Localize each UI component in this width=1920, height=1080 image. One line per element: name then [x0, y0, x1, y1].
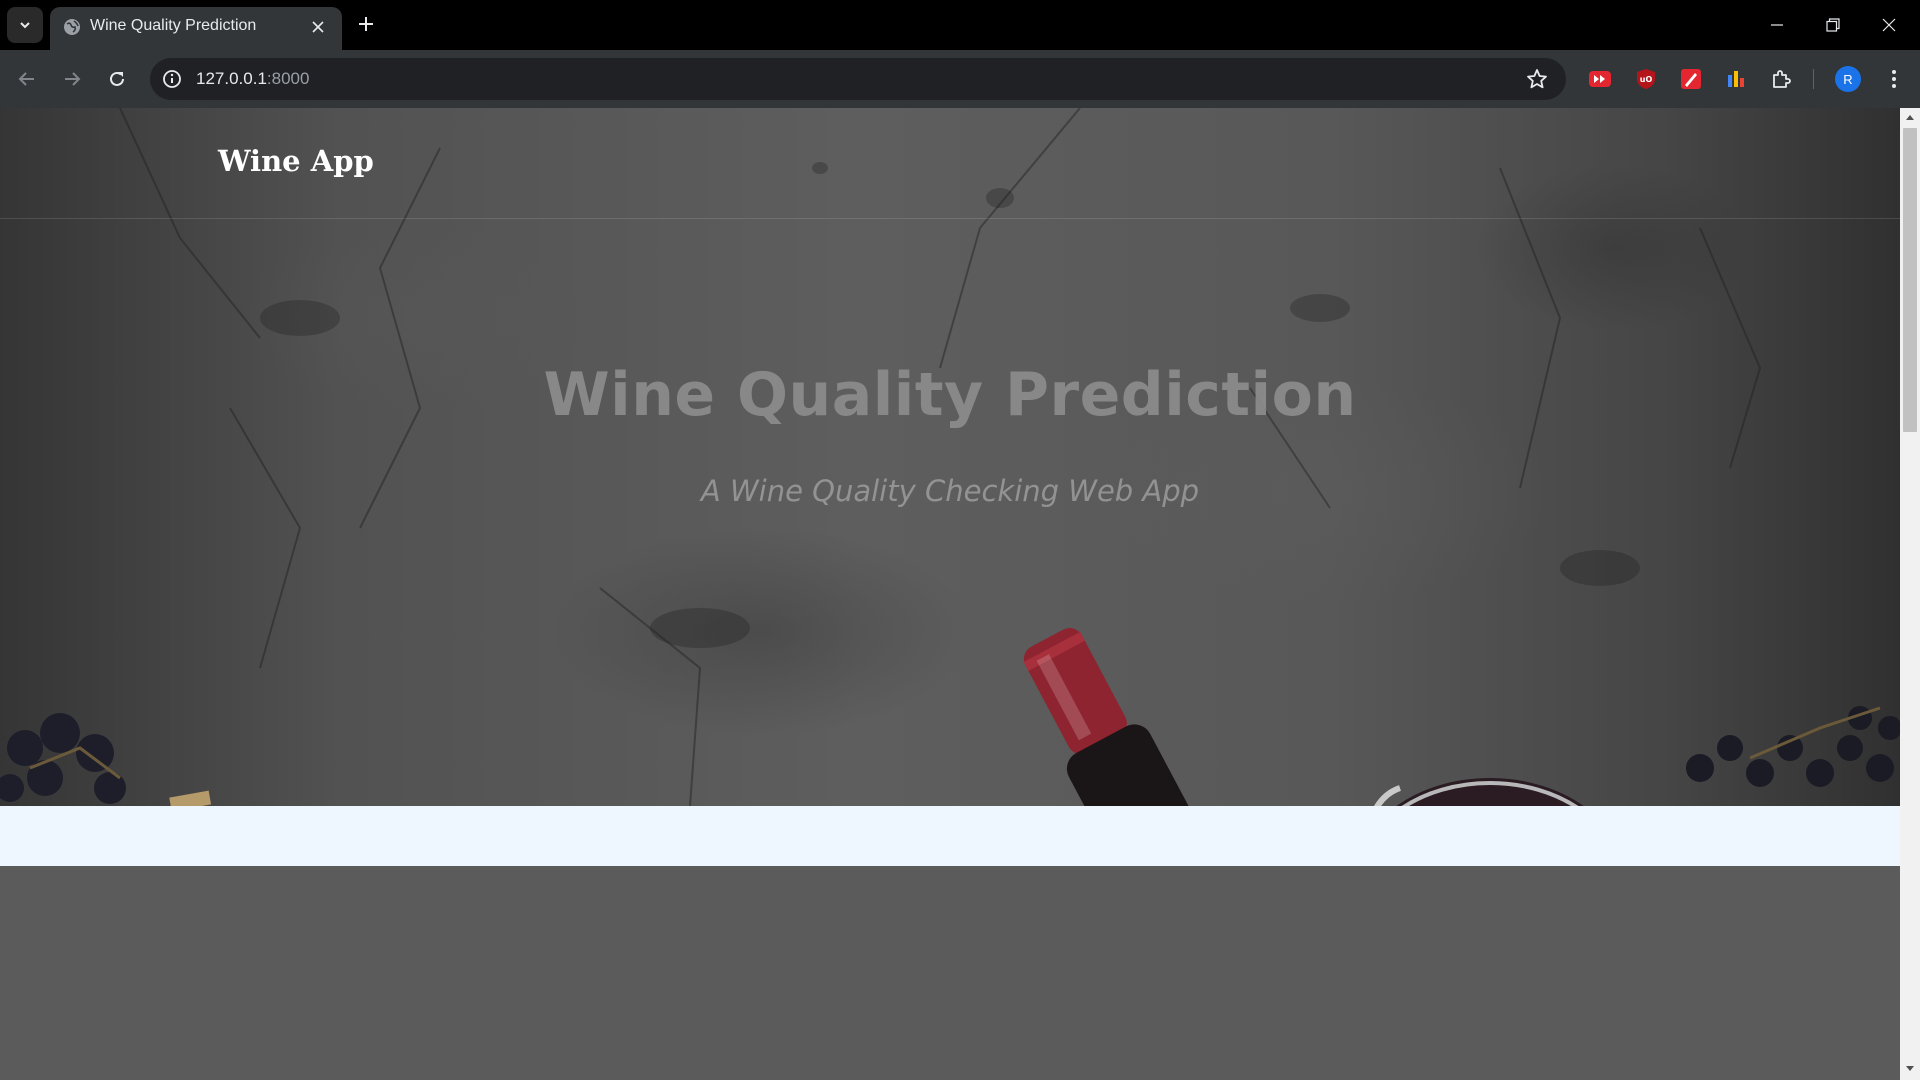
scrollbar-thumb[interactable]	[1903, 128, 1917, 432]
ublock-origin-button[interactable]: uO	[1632, 65, 1660, 93]
globe-icon	[64, 19, 80, 35]
star-icon	[1527, 69, 1547, 89]
arrow-right-icon	[65, 72, 81, 86]
browser-menu-button[interactable]	[1880, 65, 1908, 93]
youtube-extension-icon	[1589, 71, 1611, 87]
scroll-up-button[interactable]	[1900, 108, 1920, 126]
arrow-left-icon	[18, 72, 34, 86]
url-host: 127.0.0.1	[196, 69, 267, 88]
tab-strip: Wine Quality Prediction	[0, 0, 1920, 50]
reload-button[interactable]	[99, 61, 135, 97]
lower-content-area	[0, 866, 1900, 1080]
plus-icon	[359, 17, 373, 31]
puzzle-icon	[1773, 70, 1791, 88]
kebab-menu-icon	[1892, 70, 1896, 88]
back-button[interactable]	[9, 61, 45, 97]
chevron-down-icon	[20, 22, 30, 29]
bar-chart-extension-button[interactable]	[1722, 65, 1750, 93]
tab-close-button[interactable]	[306, 15, 330, 39]
hero-section: Wine App Wine Quality Prediction A Wine …	[0, 108, 1900, 806]
wine-glass	[1374, 778, 1584, 806]
wine-still-life-decoration	[0, 628, 1900, 806]
vertical-scrollbar[interactable]	[1900, 108, 1920, 1080]
close-icon	[1882, 18, 1896, 32]
forward-button[interactable]	[54, 61, 90, 97]
extensions-button[interactable]	[1767, 65, 1795, 93]
pen-extension-icon	[1681, 69, 1701, 89]
url-text[interactable]: 127.0.0.1:8000	[196, 69, 309, 89]
grapes-left	[0, 713, 126, 804]
new-tab-button[interactable]	[352, 10, 380, 38]
tab-title: Wine Quality Prediction	[90, 17, 257, 34]
close-icon	[312, 21, 324, 33]
toolbar-divider	[1813, 69, 1814, 89]
cork	[169, 790, 212, 806]
wine-bottle	[1023, 628, 1192, 806]
address-bar[interactable]: 127.0.0.1:8000	[150, 58, 1566, 100]
bookmark-button[interactable]	[1524, 66, 1550, 92]
info-icon	[163, 70, 181, 88]
browser-window: Wine Quality Prediction 127.0.0.1:8000 u…	[0, 0, 1920, 1080]
svg-text:uO: uO	[1640, 75, 1653, 84]
url-port: :8000	[266, 69, 310, 88]
grapes-right	[1686, 706, 1900, 787]
page-viewport: Wine App Wine Quality Prediction A Wine …	[0, 108, 1920, 1080]
profile-avatar[interactable]: R	[1835, 66, 1861, 92]
pen-extension-button[interactable]	[1677, 65, 1705, 93]
scroll-down-button[interactable]	[1900, 1060, 1920, 1078]
site-info-button[interactable]	[160, 67, 184, 91]
restore-button[interactable]	[1810, 5, 1856, 45]
triangle-up-icon	[1906, 115, 1914, 120]
tab-wine-quality-prediction[interactable]: Wine Quality Prediction	[50, 7, 342, 50]
browser-toolbar: 127.0.0.1:8000 uO R	[0, 50, 1920, 108]
reload-icon	[110, 71, 124, 86]
window-close-button[interactable]	[1866, 5, 1912, 45]
restore-icon	[1826, 18, 1840, 32]
minimize-icon	[1771, 24, 1783, 26]
triangle-down-icon	[1906, 1066, 1914, 1071]
tab-search-button[interactable]	[7, 7, 43, 43]
youtube-extension-button[interactable]	[1586, 65, 1614, 93]
bar-chart-extension-icon	[1728, 71, 1744, 87]
ublock-origin-icon: uO	[1637, 69, 1655, 89]
minimize-button[interactable]	[1754, 5, 1800, 45]
content-band	[0, 806, 1900, 866]
